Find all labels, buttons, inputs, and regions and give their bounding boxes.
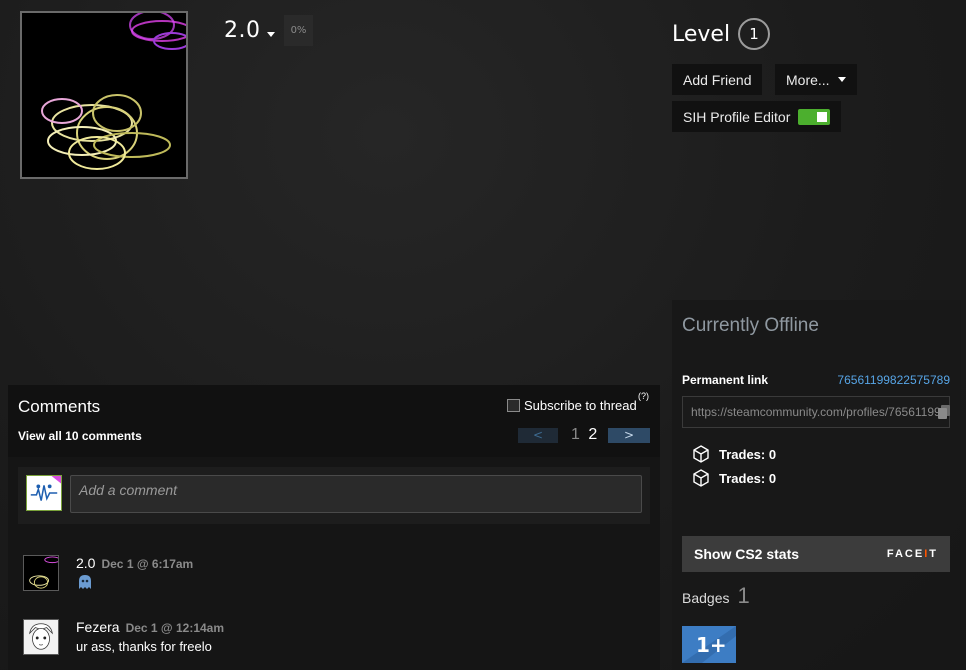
level-label: Level <box>672 21 731 47</box>
more-button[interactable]: More... <box>775 64 857 95</box>
comment-timestamp: Dec 1 @ 6:17am <box>101 557 194 571</box>
subscribe-label: Subscribe to thread <box>524 398 637 413</box>
persona-name: 2.0 <box>224 18 261 43</box>
comments-title: Comments <box>18 397 101 416</box>
comment-body: ur ass, thanks for freelo <box>76 639 212 654</box>
cs2-stats-label: Show CS2 stats <box>694 546 800 562</box>
badges-label: Badges <box>682 590 730 606</box>
box-icon <box>693 469 709 487</box>
subscribe-thread[interactable]: Subscribe to thread <box>507 398 637 413</box>
show-cs2-stats-button[interactable]: Show CS2 stats FACEIT <box>682 536 950 572</box>
profile-level: Level 1 <box>672 18 771 50</box>
next-page-button[interactable]: > <box>608 428 650 443</box>
comment-compose: Add a comment <box>18 467 650 524</box>
add-friend-label: Add Friend <box>683 71 752 88</box>
blue-ghost-emoticon-icon <box>79 575 91 589</box>
faceit-logo: FACEIT <box>886 548 938 560</box>
subscribe-checkbox[interactable] <box>507 399 520 412</box>
percent-badge: 0% <box>284 15 313 46</box>
prev-page-button[interactable]: < <box>518 428 558 443</box>
comment-author[interactable]: Fezera Dec 1 @ 12:14am <box>76 619 224 635</box>
comment-author[interactable]: 2.0 Dec 1 @ 6:17am <box>76 555 193 571</box>
sih-editor-label: SIH Profile Editor <box>683 108 791 125</box>
view-all-comments-link[interactable]: View all 10 comments <box>18 429 142 443</box>
copy-icon[interactable] <box>937 404 951 420</box>
comment-timestamp: Dec 1 @ 12:14am <box>125 621 225 635</box>
badges-count: 1 <box>737 583 750 608</box>
commenter-avatar[interactable] <box>23 555 59 591</box>
add-friend-button[interactable]: Add Friend <box>672 64 763 95</box>
comment-author-name[interactable]: Fezera <box>76 619 120 635</box>
user-avatar <box>26 475 62 511</box>
badge-icon[interactable]: 1+ <box>682 626 736 663</box>
steam-id-link[interactable]: 76561199822575789 <box>837 373 950 387</box>
trades-row: Trades: 0 <box>692 469 776 487</box>
comment-author-name[interactable]: 2.0 <box>76 555 95 571</box>
trades-label: Trades: 0 <box>719 470 777 486</box>
persona-name-dropdown[interactable]: 2.0 <box>224 18 275 43</box>
chevron-down-icon <box>837 77 846 82</box>
trades-label: Trades: 0 <box>719 446 777 462</box>
sih-toggle[interactable] <box>798 108 831 125</box>
level-value: 1 <box>738 18 771 50</box>
box-icon <box>693 445 709 463</box>
add-comment-input[interactable]: Add a comment <box>70 475 642 513</box>
sih-profile-editor-button[interactable]: SIH Profile Editor <box>672 101 842 132</box>
page-numbers: 1 2 <box>571 426 601 444</box>
profile-avatar[interactable] <box>20 11 188 179</box>
more-label: More... <box>786 71 830 88</box>
chevron-down-icon <box>266 32 275 37</box>
profile-right-column: Currently Offline Permanent link 7656119… <box>672 300 961 670</box>
commenter-avatar[interactable] <box>23 619 59 655</box>
comments-header: Comments View all 10 comments Subscribe … <box>8 385 660 457</box>
trades-row: Trades: 0 <box>692 445 776 463</box>
help-icon[interactable]: (?) <box>638 391 649 401</box>
online-status: Currently Offline <box>682 315 819 336</box>
avatar-image <box>22 13 186 177</box>
page-link[interactable]: 1 <box>571 426 580 443</box>
badge-text: 1+ <box>696 633 727 657</box>
current-page: 2 <box>588 426 598 443</box>
profile-url-field[interactable]: https://steamcommunity.com/profiles/7656… <box>682 396 950 428</box>
badges-header[interactable]: Badges 1 <box>682 583 750 609</box>
permanent-link-label: Permanent link <box>682 373 769 387</box>
comments-section: Comments View all 10 comments Subscribe … <box>8 385 660 670</box>
